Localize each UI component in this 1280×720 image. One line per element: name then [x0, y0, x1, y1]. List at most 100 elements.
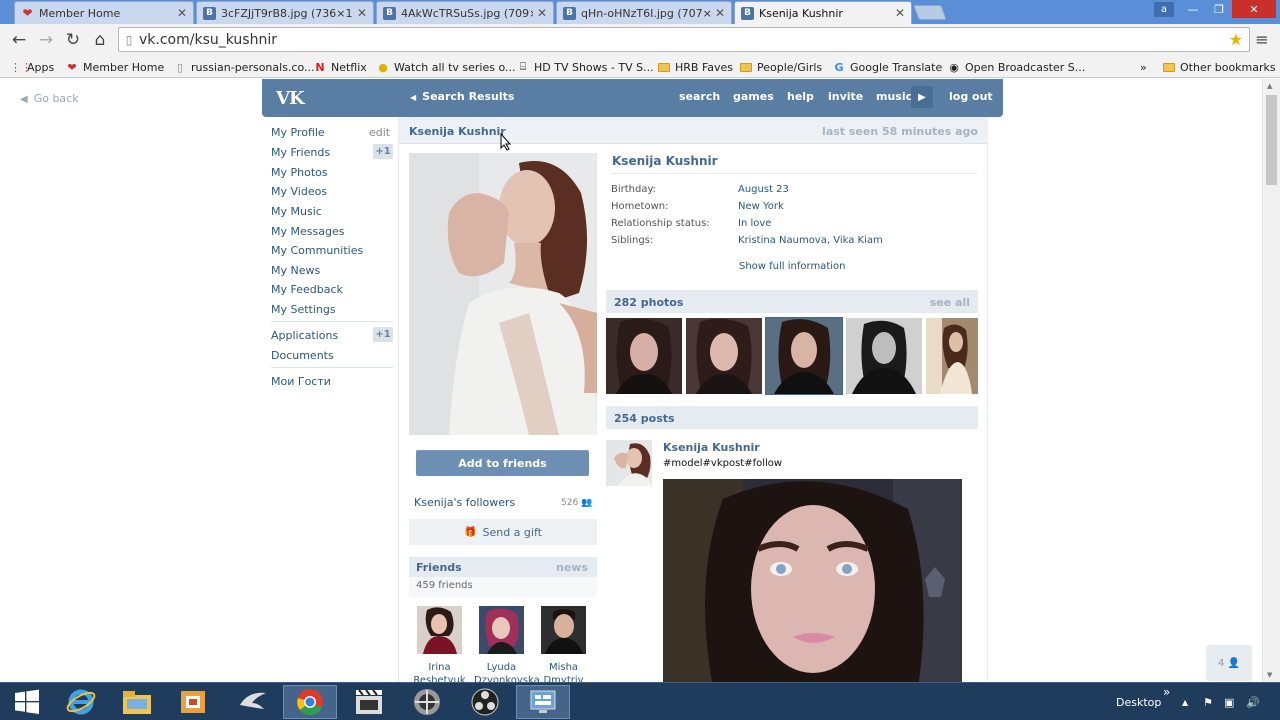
menu-my-settings[interactable]: My Settings [271, 303, 336, 316]
birthday-value[interactable]: August 23 [738, 184, 789, 195]
bookmark-hrb-faves[interactable]: HRB Faves [658, 59, 733, 75]
chat-contacts-button[interactable]: 4 👤 [1206, 645, 1252, 681]
relationship-value[interactable]: In love [738, 218, 771, 229]
menu-my-photos[interactable]: My Photos [271, 166, 328, 179]
desktop-toolbar-label[interactable]: Desktop [1116, 683, 1161, 720]
photo-thumbnail[interactable] [926, 318, 978, 394]
menu-my-friends[interactable]: My Friends [271, 146, 330, 159]
bookmark-hd-tv[interactable]: ⌸ HD TV Shows - TV S... [517, 59, 654, 75]
file-explorer-icon[interactable] [110, 685, 164, 719]
close-tab-icon[interactable]: ✕ [357, 6, 367, 20]
close-tab-icon[interactable]: ✕ [715, 6, 725, 20]
bookmarks-overflow[interactable]: » [1140, 59, 1147, 75]
friend-card[interactable]: Lyuda Dzvonkovska [474, 606, 540, 682]
photo-thumbnail[interactable] [606, 318, 682, 394]
menu-edit-profile[interactable]: edit [369, 126, 390, 139]
close-tab-icon[interactable]: ✕ [895, 6, 905, 20]
profile-badge[interactable]: a [1154, 2, 1174, 17]
friends-title[interactable]: Friends [416, 561, 462, 574]
tab-ksenija-kushnir[interactable]: B Ksenija Kushnir ✕ [734, 1, 912, 24]
start-windows-icon[interactable] [0, 685, 54, 719]
chrome-taskbar-icon[interactable] [283, 685, 337, 719]
nav-log-out[interactable]: log out [949, 90, 993, 103]
address-bar[interactable]: ▯ vk.com/ksu_kushnir ★ [118, 27, 1250, 52]
nav-music[interactable]: music [876, 90, 912, 103]
outlook-icon[interactable] [166, 685, 220, 719]
menu-my-messages[interactable]: My Messages [271, 225, 344, 238]
photos-count-link[interactable]: 282 photos [614, 296, 683, 309]
photo-thumbnail[interactable] [846, 318, 922, 394]
menu-my-music[interactable]: My Music [271, 205, 322, 218]
post-image[interactable] [663, 479, 962, 682]
friend-card[interactable]: Misha Dmytriv [536, 606, 591, 682]
game-app-icon[interactable] [400, 685, 454, 719]
tab-image-1[interactable]: B 3cFZJjT9rB8.jpg (736×102 ✕ [196, 1, 374, 24]
chrome-menu-icon[interactable]: ≡ [1254, 30, 1270, 49]
menu-my-communities[interactable]: My Communities [271, 244, 363, 257]
control-panel-icon[interactable] [516, 685, 570, 719]
action-center-flag-icon[interactable]: ⚑ [1203, 683, 1213, 720]
scrollbar-thumb[interactable] [1266, 95, 1277, 185]
nav-help[interactable]: help [787, 90, 814, 103]
close-tab-icon[interactable]: ✕ [177, 6, 187, 20]
photo-thumbnail[interactable] [765, 317, 843, 395]
bookmark-google-translate[interactable]: G Google Translate [833, 59, 942, 75]
followers-link[interactable]: Ksenija's followers [414, 496, 515, 509]
posts-count[interactable]: 254 posts [614, 412, 675, 425]
minimize-icon[interactable]: — [1180, 0, 1206, 18]
see-all-photos-link[interactable]: see all [930, 296, 970, 309]
volume-icon[interactable]: 🔊 [1246, 683, 1260, 720]
scroll-up-icon[interactable]: ▲ [1267, 82, 1272, 90]
photo-thumbnail[interactable] [686, 318, 762, 394]
reload-icon[interactable]: ↻ [62, 29, 84, 51]
bookmark-obs[interactable]: ◉ Open Broadcaster S... [948, 59, 1085, 75]
friend-card[interactable]: Irina Reshetyuk [412, 606, 467, 682]
bookmark-apps[interactable]: ⋮⋮ Apps [10, 59, 54, 75]
nav-invite[interactable]: invite [828, 90, 863, 103]
page-scrollbar[interactable]: ▲ ▼ [1262, 79, 1280, 682]
nav-games[interactable]: games [733, 90, 774, 103]
menu-applications[interactable]: Applications [271, 329, 338, 342]
tray-expand-icon[interactable]: ▲ [1182, 683, 1188, 720]
bookmark-star-icon[interactable]: ★ [1229, 30, 1243, 49]
hometown-value[interactable]: New York [738, 201, 784, 212]
tab-member-home[interactable]: ❤ Member Home ✕ [14, 1, 194, 24]
bookmark-watch-tv[interactable]: ● Watch all tv series o... [377, 59, 515, 75]
search-results-link[interactable]: ◀ Search Results [410, 90, 514, 103]
bookmark-member-home[interactable]: ❤ Member Home [66, 59, 164, 75]
profile-avatar[interactable] [409, 153, 597, 435]
post-author-name[interactable]: Ksenija Kushnir [663, 441, 760, 454]
home-icon[interactable]: ⌂ [89, 29, 111, 51]
menu-my-feedback[interactable]: My Feedback [271, 283, 343, 296]
bookmark-netflix[interactable]: N Netflix [314, 59, 366, 75]
internet-explorer-icon[interactable] [54, 685, 108, 719]
go-back-link[interactable]: ◀ Go back [20, 92, 79, 105]
movie-maker-icon[interactable] [342, 685, 396, 719]
vk-logo[interactable]: VK [276, 88, 306, 109]
menu-guests[interactable]: Мои Гости [271, 375, 331, 388]
tab-image-3[interactable]: B qHn-oHNzT6I.jpg (707×1 ✕ [556, 1, 732, 24]
close-window-icon[interactable]: ✕ [1232, 0, 1276, 18]
toolbar-overflow[interactable]: » [1163, 673, 1170, 711]
bookmark-russian-personals[interactable]: ▯ russian-personals.co... [174, 59, 315, 75]
nav-search[interactable]: search [679, 90, 720, 103]
network-icon[interactable]: ▣ [1224, 683, 1234, 720]
restore-icon[interactable]: ❐ [1206, 0, 1232, 18]
friends-news-link[interactable]: news [556, 561, 588, 574]
scroll-down-icon[interactable]: ▼ [1267, 671, 1272, 679]
bookmark-people-girls[interactable]: People/Girls [740, 59, 822, 75]
tab-image-2[interactable]: B 4AkWcTRSuSs.jpg (709×1 ✕ [376, 1, 554, 24]
menu-my-videos[interactable]: My Videos [271, 185, 327, 198]
add-to-friends-button[interactable]: Add to friends [416, 450, 589, 476]
close-tab-icon[interactable]: ✕ [537, 6, 547, 20]
menu-documents[interactable]: Documents [271, 349, 334, 362]
new-tab-button[interactable] [913, 5, 947, 20]
obs-taskbar-icon[interactable] [458, 685, 512, 719]
show-full-info-link[interactable]: Show full information [739, 261, 845, 272]
back-arrow-icon[interactable]: ← [8, 29, 30, 51]
post-author-avatar[interactable] [606, 440, 652, 486]
play-icon[interactable]: ▶ [911, 86, 933, 108]
menu-my-news[interactable]: My News [271, 264, 320, 277]
send-gift-button[interactable]: 🎁 Send a gift [409, 519, 597, 545]
media-app-icon[interactable] [226, 685, 280, 719]
